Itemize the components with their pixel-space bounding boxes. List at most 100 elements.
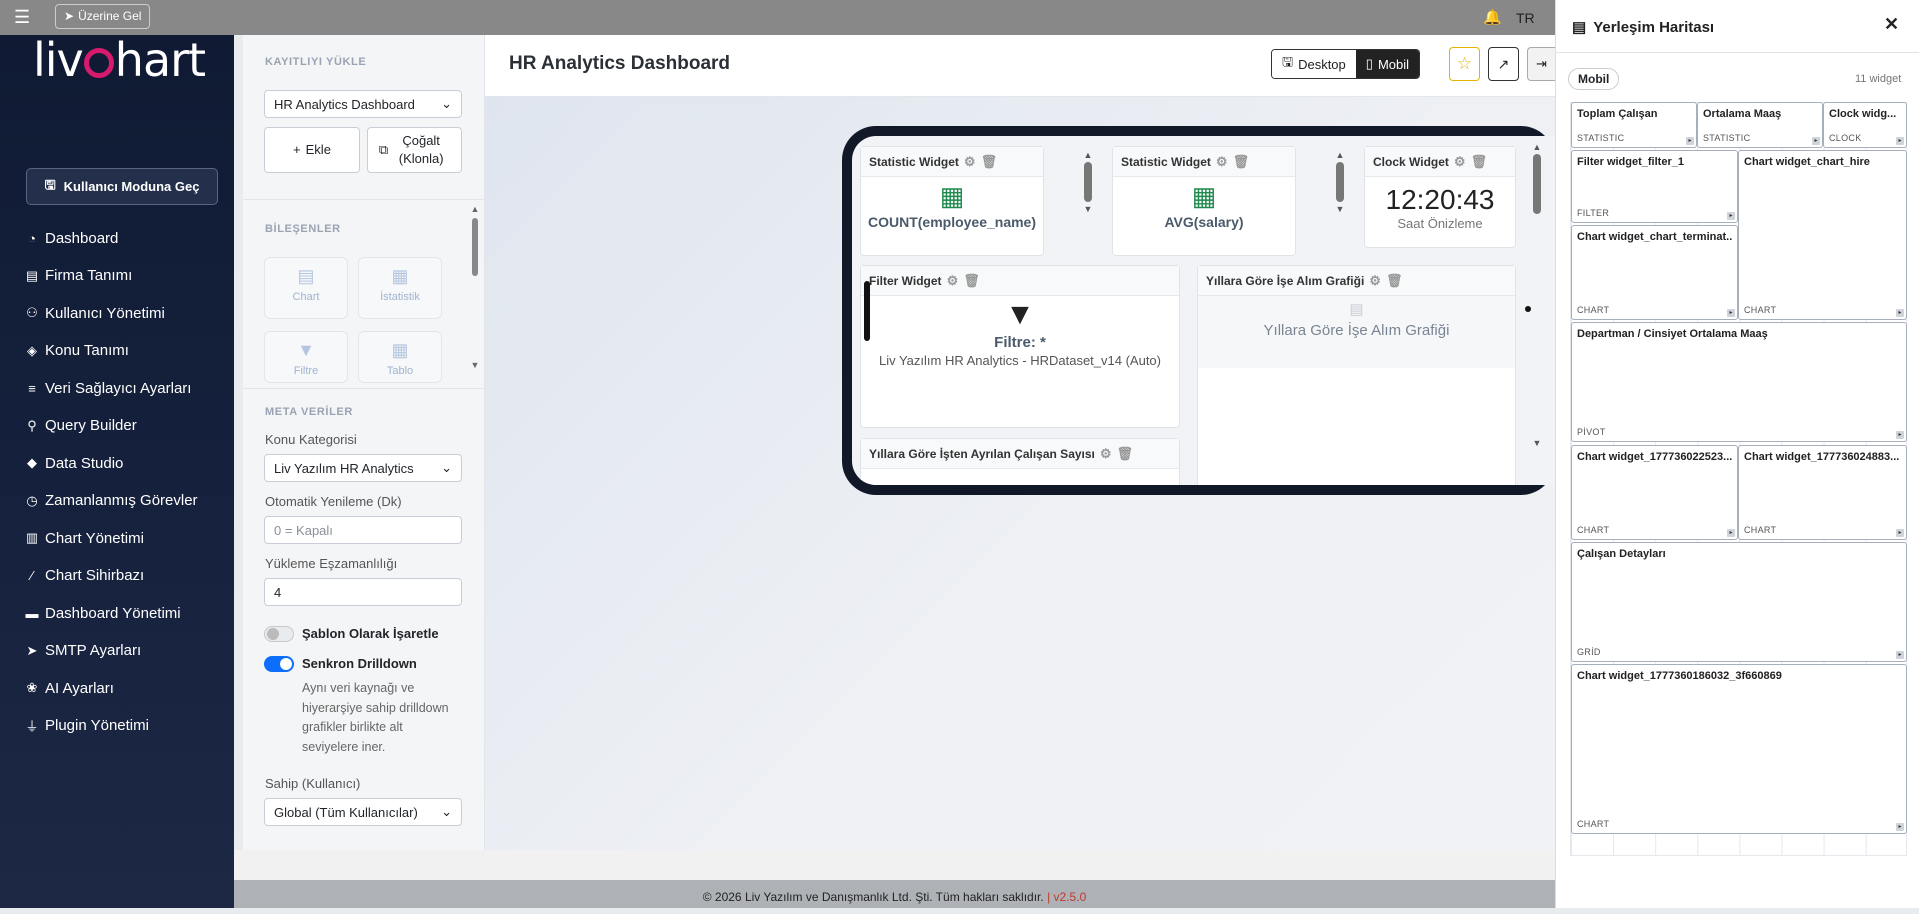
layout-cell-type: CHART (1577, 819, 1610, 829)
resize-handle[interactable] (864, 281, 870, 341)
add-button[interactable]: + Ekle (264, 127, 360, 173)
building-icon: ▤ (25, 267, 39, 283)
resize-handle-icon[interactable]: ▸ (1896, 431, 1904, 439)
sidebar-item-label: Kullanıcı Yönetimi (45, 304, 165, 322)
clone-button[interactable]: ⧉ Çoğalt (Klonla) (367, 127, 462, 173)
resize-dot[interactable] (1525, 306, 1531, 312)
phone-screen: Statistic Widget ⚙ 🗑 ▦ COUNT(employee_name… (852, 136, 1555, 485)
statistic-widget-count[interactable]: Statistic Widget ⚙ 🗑 ▦ COUNT(employee_name… (860, 146, 1044, 256)
components-scrollbar[interactable]: ▲ ▼ (470, 204, 480, 384)
sidebar-item-6[interactable]: ◆ Data Studio (25, 450, 123, 476)
bell-icon[interactable]: 🔔 (1483, 8, 1502, 26)
resize-handle-icon[interactable]: ▸ (1896, 137, 1904, 145)
resize-handle-icon[interactable]: ▸ (1896, 309, 1904, 317)
layout-cell[interactable]: Toplam Çalışan STATISTIC ▸ (1571, 102, 1697, 148)
sidebar-item-8[interactable]: ▥ Chart Yönetimi (25, 525, 144, 551)
resize-handle-icon[interactable]: ▸ (1896, 651, 1904, 659)
gear-icon[interactable]: ⚙ (947, 273, 959, 289)
sidebar-item-5[interactable]: ⚲ Query Builder (25, 413, 136, 439)
layout-cell[interactable]: Chart widget_chart_terminat... CHART ▸ (1571, 225, 1738, 320)
trash-icon[interactable]: 🗑 (1386, 273, 1403, 289)
sidebar-item-11[interactable]: ➤ SMTP Ayarları (25, 638, 142, 664)
resize-handle-icon[interactable]: ▸ (1896, 823, 1904, 831)
sidebar-item-7[interactable]: ◷ Zamanlanmış Görevler (25, 488, 197, 514)
open-external-icon[interactable]: ↗ (1488, 47, 1519, 81)
owner-select[interactable]: Global (Tüm Kullanıcılar) ⌄ (264, 798, 462, 826)
desktop-view-button[interactable]: 🖫 Desktop (1272, 50, 1356, 78)
card-icon: ▬ (25, 605, 39, 621)
component-chart[interactable]: ▤ Chart (264, 257, 348, 319)
sidebar-item-1[interactable]: ▤ Firma Tanımı (25, 263, 132, 289)
layout-cell[interactable]: Chart widget_chart_hire CHART ▸ (1738, 150, 1907, 320)
resize-handle-icon[interactable]: ▸ (1812, 137, 1820, 145)
layout-cell[interactable]: Chart widget_177736022523... CHART ▸ (1571, 445, 1738, 540)
widget-scrollbar[interactable]: ▲ ▼ (1083, 150, 1093, 214)
template-toggle[interactable] (264, 626, 294, 642)
sidebar-item-0[interactable]: ◔ Dashboard (25, 225, 118, 251)
gear-icon[interactable]: ⚙ (1454, 154, 1466, 170)
trash-icon[interactable]: 🗑 (1117, 446, 1134, 462)
hover-mode-button[interactable]: ➤ Üzerine Gel (55, 4, 151, 29)
refresh-input[interactable]: 0 = Kapalı (264, 516, 462, 544)
close-icon[interactable]: ✕ (1884, 14, 1899, 35)
sidebar-item-label: Chart Sihirbazı (45, 567, 145, 584)
sync-drilldown-description: Aynı veri kaynağı ve hiyerarşiye sahip d… (302, 681, 449, 754)
resize-handle-icon[interactable]: ▸ (1727, 529, 1735, 537)
gear-icon[interactable]: ⚙ (1100, 446, 1112, 462)
mobile-view-button[interactable]: ▯ Mobil (1355, 50, 1420, 78)
concurrency-input[interactable]: 4 (264, 578, 462, 606)
filter-source: Liv Yazılım HR Analytics - HRDataset_v14… (878, 353, 1161, 368)
export-icon[interactable]: ⇥ (1527, 47, 1555, 81)
sync-drilldown-toggle[interactable] (264, 656, 294, 672)
sidebar-item-3[interactable]: ◈ Konu Tanımı (25, 338, 129, 364)
monitor-icon: 🖫 (44, 176, 56, 192)
sidebar-item-2[interactable]: ⚇ Kullanıcı Yönetimi (25, 300, 165, 326)
layout-cell[interactable]: Chart widget_177736024883... CHART ▸ (1738, 445, 1907, 540)
sidebar-item-9[interactable]: ∕ Chart Sihirbazı (25, 563, 144, 589)
sidebar-item-10[interactable]: ▬ Dashboard Yönetimi (25, 600, 181, 626)
sidebar-item-12[interactable]: ❀ AI Ayarları (25, 675, 114, 701)
component-filter[interactable]: ▼ Filtre (264, 331, 348, 383)
resize-handle-icon[interactable]: ▸ (1727, 212, 1735, 220)
hire-chart-widget[interactable]: Yıllara Göre İşe Alım Grafiği ⚙ 🗑 ▤ Yıllar… (1197, 265, 1516, 485)
resize-handle-icon[interactable]: ▸ (1727, 309, 1735, 317)
statistic-widget-avg[interactable]: Statistic Widget ⚙ 🗑 ▦ AVG(salary) (1112, 146, 1296, 256)
layout-cell[interactable]: Çalışan Detayları GRİD ▸ (1571, 542, 1907, 662)
termination-chart-widget[interactable]: Yıllara Göre İşten Ayrılan Çalışan Sayıs… (860, 438, 1180, 485)
language-switch[interactable]: TR (1516, 10, 1535, 26)
footer-separator: | (1047, 890, 1051, 904)
layout-cell[interactable]: Ortalama Maaş STATISTIC ▸ (1697, 102, 1823, 148)
hamburger-menu-icon[interactable]: ☰ (14, 8, 36, 26)
resize-handle-icon[interactable]: ▸ (1686, 137, 1694, 145)
trash-icon[interactable]: 🗑 (963, 273, 980, 289)
gear-icon[interactable]: ⚙ (964, 154, 976, 170)
clock-widget[interactable]: Clock Widget ⚙ 🗑 12:20:43 Saat Önizleme (1364, 146, 1516, 248)
resize-handle-icon[interactable]: ▸ (1896, 529, 1904, 537)
logo: liv hart (33, 32, 206, 88)
wand-icon: ∕ (30, 568, 34, 583)
concurrency-label: Yükleme Eşzamanlılığı (265, 556, 398, 571)
sidebar-item-4[interactable]: ≡ Veri Sağlayıcı Ayarları (25, 375, 191, 401)
user-mode-button[interactable]: 🖫 Kullanıcı Moduna Geç (26, 168, 218, 205)
layout-cell[interactable]: Filter widget_filter_1 FILTER ▸ (1571, 150, 1738, 223)
favorite-star-icon[interactable]: ☆ (1449, 47, 1480, 81)
component-statistic[interactable]: ▦ İstatistik (358, 257, 442, 319)
gear-icon[interactable]: ⚙ (1216, 154, 1228, 170)
component-table[interactable]: ▦ Tablo (358, 331, 442, 383)
trash-icon[interactable]: 🗑 (981, 154, 998, 170)
filter-widget[interactable]: Filter Widget ⚙ 🗑 ▼ Filtre: * Liv Yazılım … (860, 265, 1180, 428)
trash-icon[interactable]: 🗑 (1471, 154, 1488, 170)
layers-icon: ◆ (27, 455, 37, 470)
dashboard-select[interactable]: HR Analytics Dashboard ⌄ (264, 90, 462, 118)
widget-scrollbar[interactable]: ▲ ▼ (1335, 150, 1345, 214)
trash-icon[interactable]: 🗑 (1233, 154, 1250, 170)
layout-cell[interactable]: Chart widget_1777360186032_3f660869 CHART… (1571, 664, 1907, 834)
layout-cell-title: Chart widget_chart_hire (1744, 156, 1870, 168)
gear-icon[interactable]: ⚙ (1369, 273, 1381, 289)
search-icon: ⚲ (27, 417, 37, 433)
layout-cell[interactable]: Departman / Cinsiyet Ortalama Maaş PİVOT ▸ (1571, 322, 1907, 442)
phone-scrollbar[interactable]: ▲ ▼ (1532, 142, 1542, 448)
layout-cell[interactable]: Clock widg... CLOCK ▸ (1823, 102, 1907, 148)
sidebar-item-13[interactable]: ⏚ Plugin Yönetimi (25, 713, 148, 739)
category-select[interactable]: Liv Yazılım HR Analytics ⌄ (264, 454, 462, 482)
